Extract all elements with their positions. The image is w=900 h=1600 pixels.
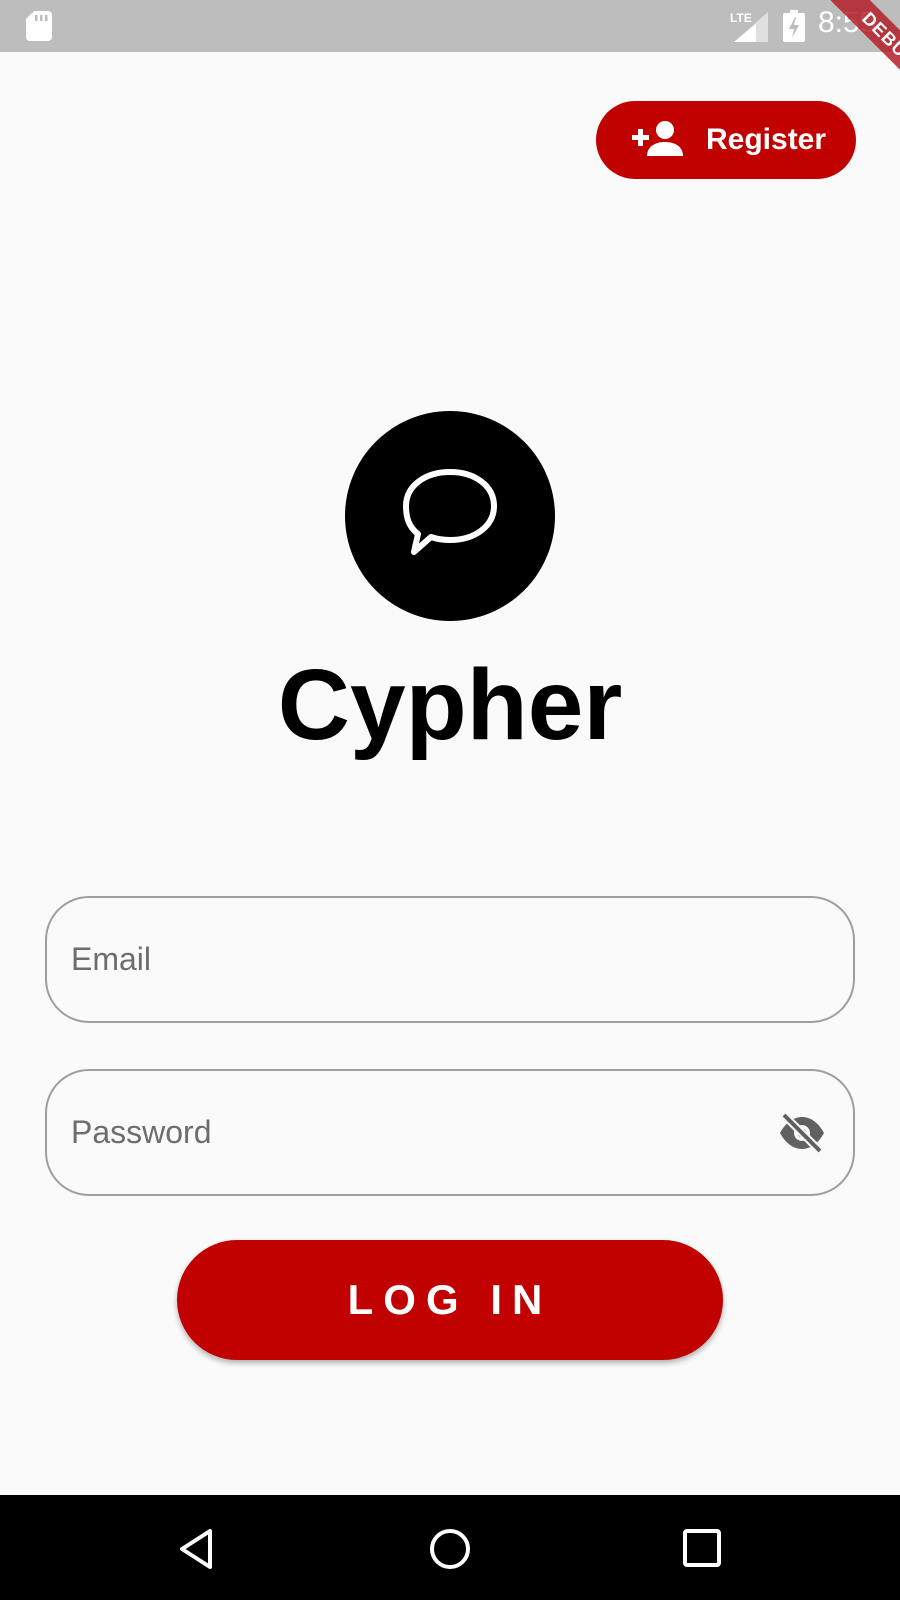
email-input[interactable] bbox=[71, 898, 771, 1029]
navigation-bar bbox=[0, 1495, 900, 1600]
login-button[interactable]: LOG IN bbox=[177, 1240, 723, 1360]
sd-card-icon bbox=[26, 11, 52, 46]
register-button[interactable]: Register bbox=[596, 101, 856, 179]
lte-signal-icon: LTE bbox=[728, 10, 772, 47]
visibility-off-icon[interactable] bbox=[777, 1111, 827, 1155]
app-logo bbox=[345, 411, 555, 621]
app-title: Cypher bbox=[277, 649, 623, 761]
email-field[interactable] bbox=[45, 896, 855, 1029]
status-time: 8:55 bbox=[818, 6, 877, 39]
chat-bubble-icon bbox=[398, 466, 502, 567]
recents-icon[interactable] bbox=[679, 1525, 727, 1573]
password-input[interactable] bbox=[71, 1071, 771, 1202]
back-icon[interactable] bbox=[174, 1525, 222, 1573]
battery-charging-icon bbox=[783, 10, 805, 47]
status-bar: LTE 8:55 bbox=[0, 0, 900, 52]
register-label: Register bbox=[706, 123, 827, 156]
person-add-icon bbox=[632, 120, 684, 161]
home-icon[interactable] bbox=[426, 1525, 474, 1573]
lte-label: LTE bbox=[730, 11, 752, 25]
password-field[interactable] bbox=[45, 1069, 855, 1202]
